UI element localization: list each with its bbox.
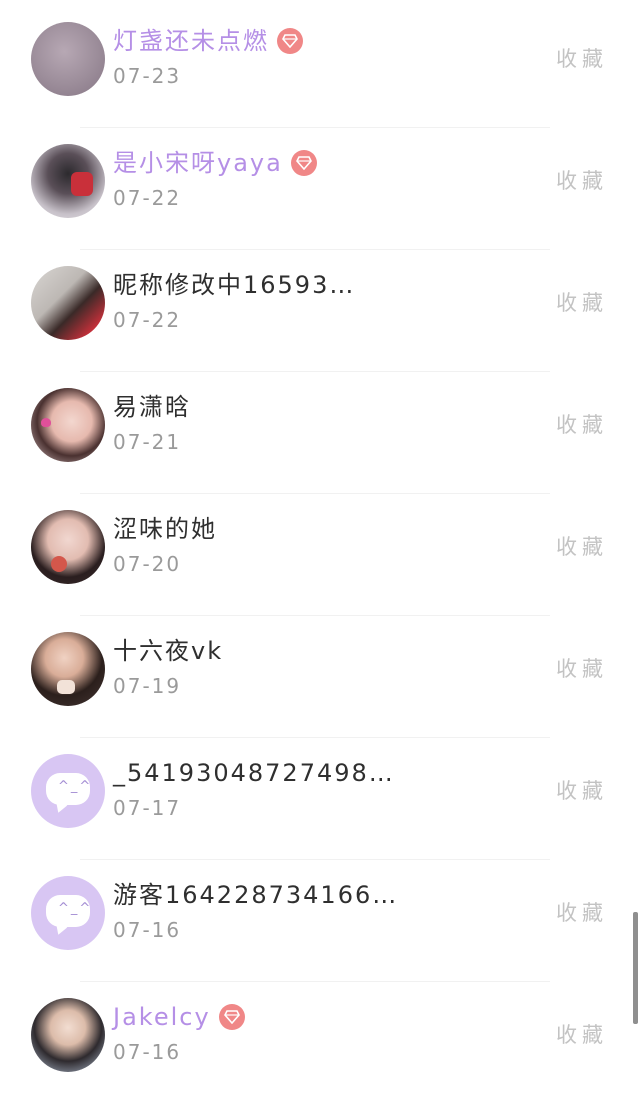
username-text: 涩味的她 bbox=[113, 515, 217, 543]
diamond-icon bbox=[218, 1004, 245, 1030]
visit-date: 07-16 bbox=[113, 918, 182, 942]
avatar[interactable] bbox=[31, 510, 105, 584]
avatar[interactable] bbox=[31, 998, 105, 1072]
scrollbar-thumb[interactable] bbox=[633, 912, 638, 1024]
username-text: 是小宋呀yaya bbox=[113, 149, 283, 177]
visit-date: 07-16 bbox=[113, 1040, 182, 1064]
username: 游客164228734166… bbox=[113, 878, 398, 912]
list-item[interactable]: 灯盏还未点燃 07-23 收藏 bbox=[0, 0, 640, 128]
diamond-icon bbox=[277, 28, 303, 54]
username: Jakelcy bbox=[113, 1000, 245, 1034]
username-text: 灯盏还未点燃 bbox=[113, 27, 269, 55]
list-item[interactable]: 易潇晗 07-21 收藏 bbox=[0, 366, 640, 494]
username-text: _54193048727498… bbox=[113, 759, 395, 787]
list-item[interactable]: 昵称修改中16593… 07-22 收藏 bbox=[0, 244, 640, 372]
favorite-button[interactable]: 收藏 bbox=[556, 654, 608, 684]
username-text: 游客164228734166… bbox=[113, 881, 399, 909]
favorite-button[interactable]: 收藏 bbox=[556, 532, 608, 562]
visit-date: 07-22 bbox=[113, 308, 182, 332]
visit-date: 07-19 bbox=[113, 674, 182, 698]
username-text: 昵称修改中16593… bbox=[113, 271, 356, 299]
avatar[interactable] bbox=[31, 388, 105, 462]
default-avatar-icon[interactable]: ^_^ bbox=[31, 754, 105, 828]
favorite-button[interactable]: 收藏 bbox=[556, 776, 608, 806]
default-avatar-icon[interactable]: ^_^ bbox=[31, 876, 105, 950]
favorite-button[interactable]: 收藏 bbox=[556, 410, 608, 440]
visit-date: 07-21 bbox=[113, 430, 182, 454]
username-text: 易潇晗 bbox=[113, 393, 191, 421]
list-item[interactable]: ^_^ 游客164228734166… 07-16 收藏 bbox=[0, 854, 640, 982]
username: 灯盏还未点燃 bbox=[113, 24, 303, 58]
username: 是小宋呀yaya bbox=[113, 146, 317, 180]
username: 十六夜vk bbox=[113, 634, 223, 668]
avatar[interactable] bbox=[31, 22, 105, 96]
favorite-button[interactable]: 收藏 bbox=[556, 288, 608, 318]
username: 易潇晗 bbox=[113, 390, 191, 424]
visit-date: 07-22 bbox=[113, 186, 182, 210]
username: 昵称修改中16593… bbox=[113, 268, 355, 302]
visitor-list: 灯盏还未点燃 07-23 收藏 是小宋呀yaya 07-22 收藏 昵称修改中1… bbox=[0, 0, 640, 1113]
avatar[interactable] bbox=[31, 144, 105, 218]
username-text: 十六夜vk bbox=[113, 637, 224, 665]
list-item[interactable]: 十六夜vk 07-19 收藏 bbox=[0, 610, 640, 738]
list-item[interactable]: 涩味的她 07-20 收藏 bbox=[0, 488, 640, 616]
visit-date: 07-20 bbox=[113, 552, 182, 576]
favorite-button[interactable]: 收藏 bbox=[556, 898, 608, 928]
diamond-icon bbox=[290, 150, 317, 176]
username-text: Jakelcy bbox=[113, 1003, 211, 1031]
favorite-button[interactable]: 收藏 bbox=[556, 44, 608, 74]
visit-date: 07-23 bbox=[113, 64, 182, 88]
avatar[interactable] bbox=[31, 632, 105, 706]
list-item[interactable]: Jakelcy 07-16 收藏 bbox=[0, 976, 640, 1098]
favorite-button[interactable]: 收藏 bbox=[556, 166, 608, 196]
username: 涩味的她 bbox=[113, 512, 217, 546]
list-item[interactable]: ^_^ _54193048727498… 07-17 收藏 bbox=[0, 732, 640, 860]
list-item[interactable]: 是小宋呀yaya 07-22 收藏 bbox=[0, 122, 640, 250]
username: _54193048727498… bbox=[113, 756, 395, 790]
visit-date: 07-17 bbox=[113, 796, 182, 820]
avatar[interactable] bbox=[31, 266, 105, 340]
favorite-button[interactable]: 收藏 bbox=[556, 1020, 608, 1050]
